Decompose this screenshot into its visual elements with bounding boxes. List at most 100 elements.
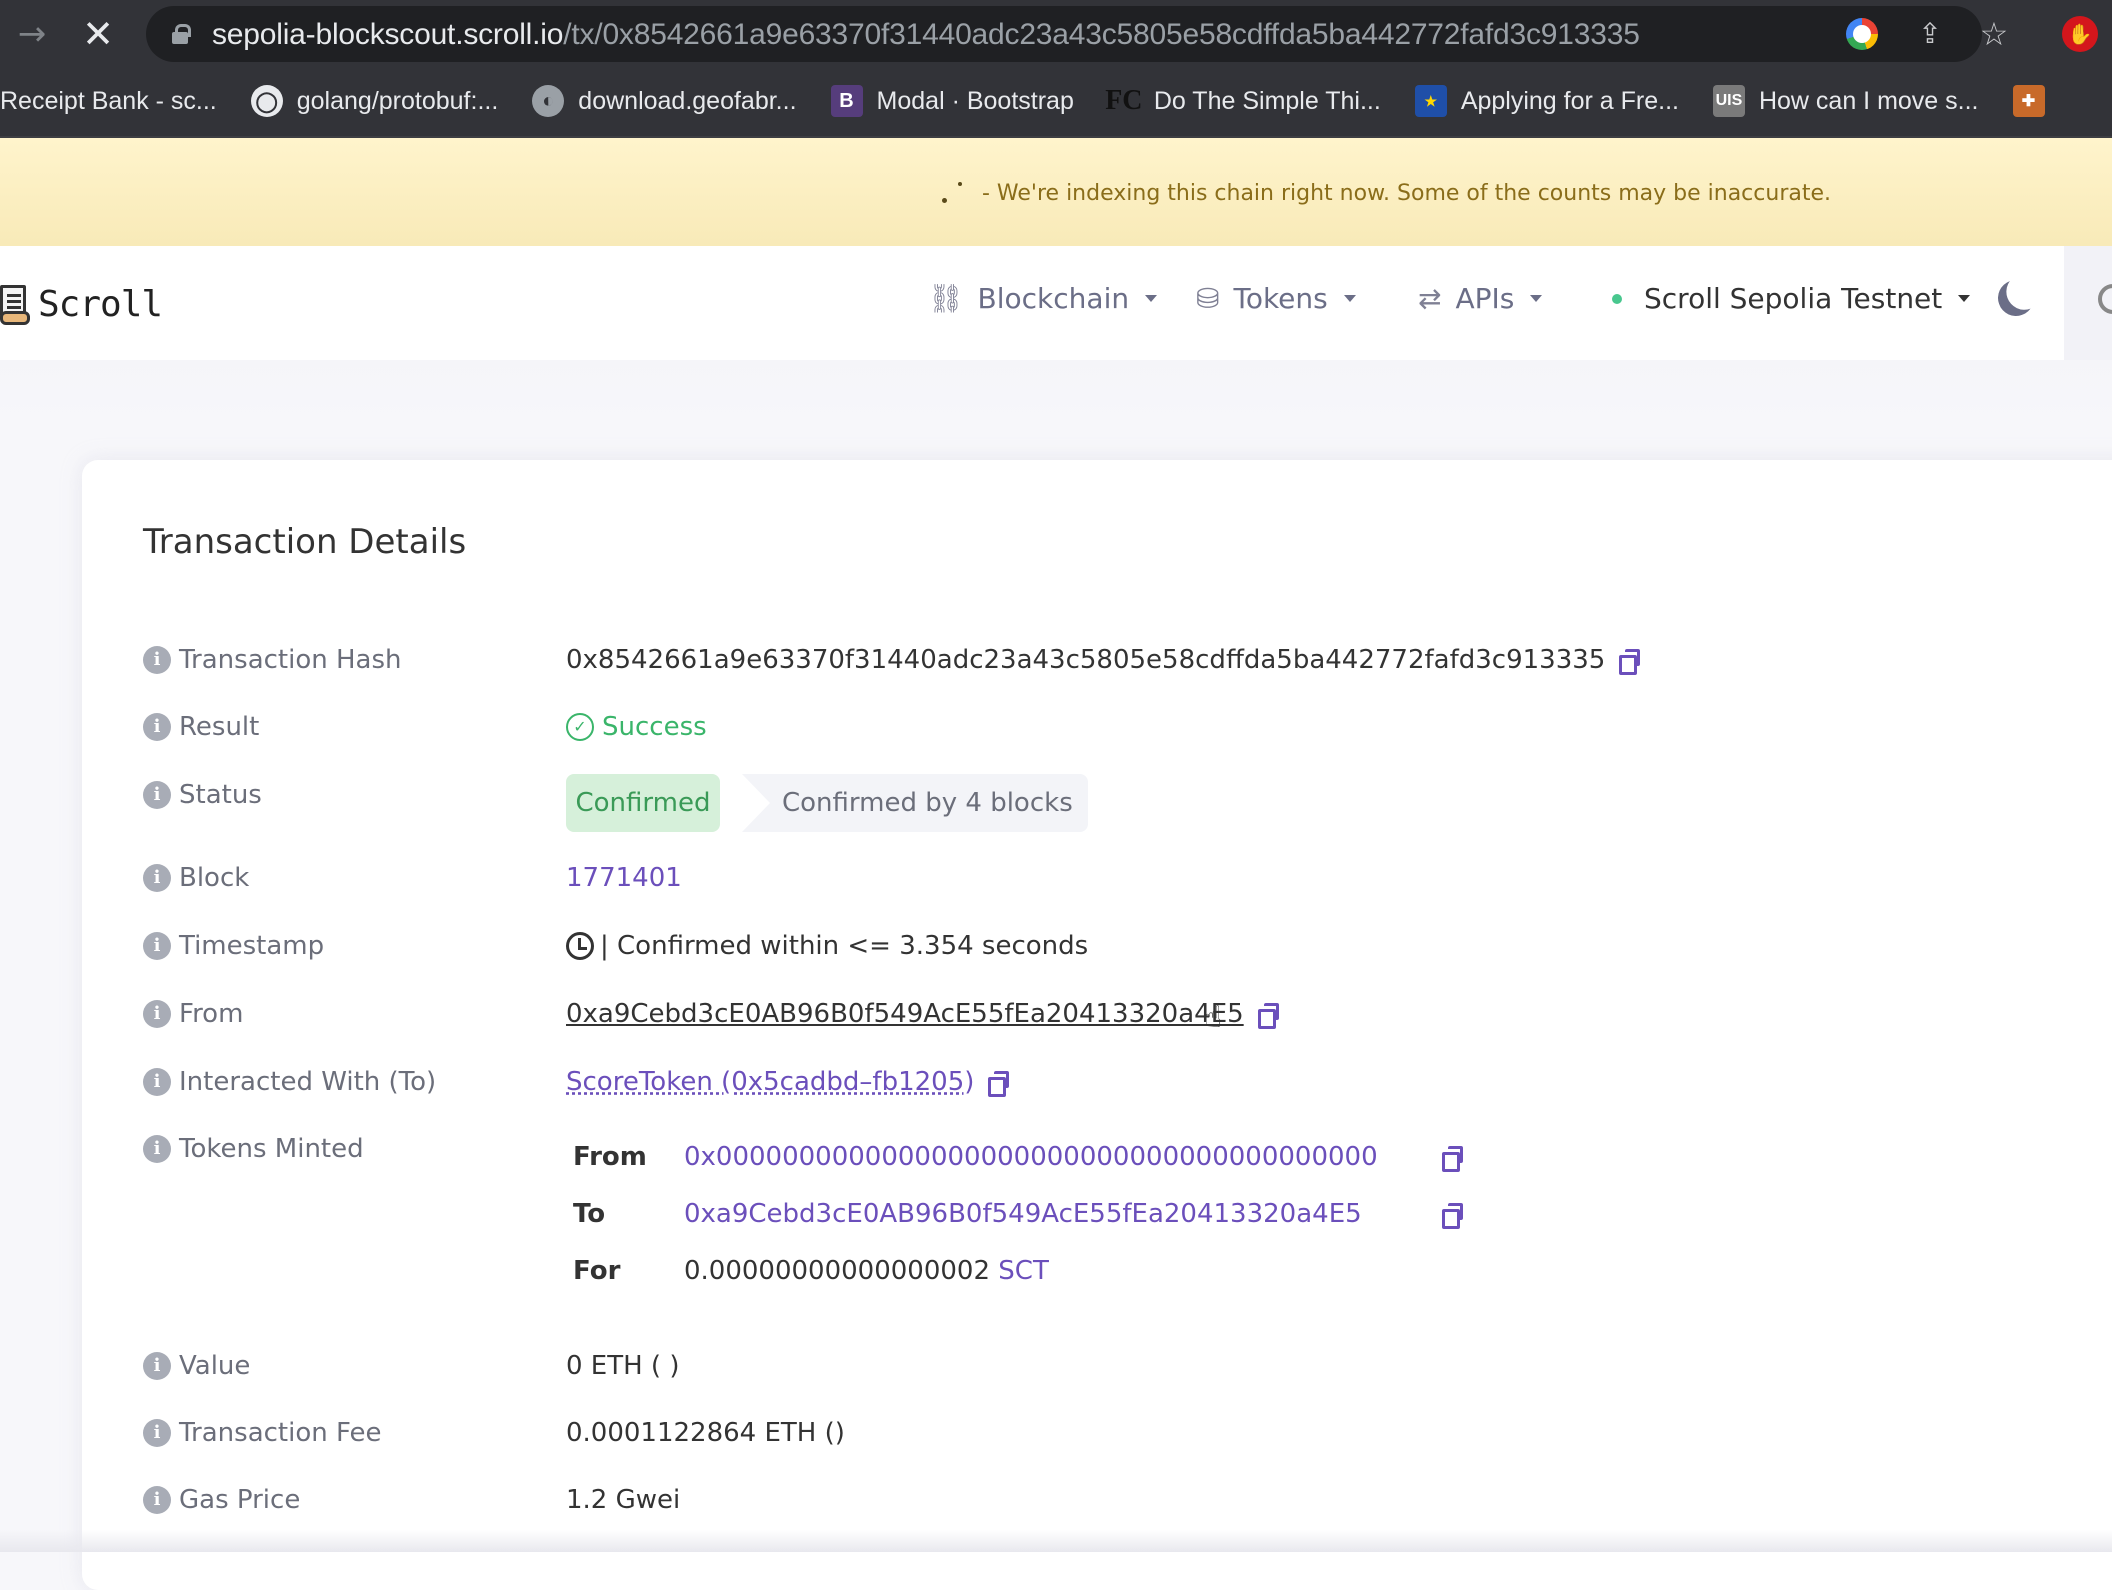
check-circle-icon: ✓ — [566, 713, 594, 741]
network-selector[interactable]: Scroll Sepolia Testnet — [1612, 282, 1971, 315]
copy-icon[interactable] — [1442, 1203, 1463, 1229]
row-transaction-hash: i Transaction Hash — [143, 640, 402, 680]
bookmark-geofabrik[interactable]: ◐ download.geofabr... — [532, 85, 797, 117]
bookmark-cambridge[interactable]: ✚ — [2012, 85, 2059, 117]
clock-icon — [566, 932, 594, 960]
share-icon[interactable]: ⇪ — [1914, 18, 1946, 50]
minted-to-address-link[interactable]: 0xa9Cebd3cE0AB96B0f549AcE55fEa20413320a4… — [684, 1194, 1362, 1234]
crest-icon: ✚ — [2012, 85, 2045, 117]
forward-icon[interactable]: → — [12, 14, 52, 54]
info-icon[interactable]: i — [143, 1352, 171, 1380]
row-label: Interacted With (To) — [179, 1067, 437, 1097]
logo-text: Scroll — [38, 284, 163, 325]
minted-from-address-link[interactable]: 0x00000000000000000000000000000000000000… — [684, 1137, 1378, 1177]
uis-icon: UIS — [1712, 85, 1745, 117]
url-text[interactable]: sepolia-blockscout.scroll.io/tx/0x854266… — [212, 18, 1640, 52]
minted-amount: 0.00000000000000002 — [684, 1256, 991, 1286]
chevron-down-icon — [1958, 295, 1971, 302]
bootstrap-icon: B — [830, 85, 863, 117]
info-icon[interactable]: i — [143, 864, 171, 892]
token-symbol-link[interactable]: SCT — [998, 1256, 1049, 1286]
bookmark-applying[interactable]: ★ Applying for a Fre... — [1414, 85, 1679, 117]
minted-to-label: To — [573, 1199, 606, 1229]
chevron-down-icon — [1530, 295, 1543, 302]
bookmark-how-can-i-move[interactable]: UIS How can I move s... — [1712, 85, 1979, 117]
timestamp-value: | Confirmed within <= 3.354 seconds — [566, 926, 1088, 966]
scroll-logo-icon — [0, 284, 30, 325]
bookmark-label: Applying for a Fre... — [1460, 86, 1679, 115]
nav-label: APIs — [1455, 282, 1515, 315]
search-area — [2064, 246, 2112, 360]
url-host: sepolia-blockscout.scroll.io — [212, 18, 564, 51]
bookmark-label: Receipt Bank - sc... — [0, 86, 217, 115]
info-icon[interactable]: i — [143, 1068, 171, 1096]
copy-icon[interactable] — [1619, 649, 1641, 675]
browser-toolbar: → ✕ sepolia-blockscout.scroll.io/tx/0x85… — [0, 0, 2112, 66]
block-number-link[interactable]: 1771401 — [566, 858, 682, 898]
address-bar[interactable]: sepolia-blockscout.scroll.io/tx/0x854266… — [146, 6, 2008, 62]
coins-icon: ⛁ — [1196, 282, 1220, 315]
info-icon[interactable]: i — [143, 1486, 171, 1514]
globe-icon: ◐ — [532, 85, 565, 117]
adblock-extension-icon[interactable]: ✋ — [2062, 16, 2098, 52]
to-value: ScoreToken (0x5cadbd–fb1205) — [566, 1062, 1010, 1102]
minted-from-copy — [1428, 1137, 1463, 1177]
search-icon[interactable] — [2098, 284, 2112, 314]
copy-icon[interactable] — [1442, 1146, 1463, 1172]
info-icon[interactable]: i — [143, 1419, 171, 1447]
row-label: Transaction Fee — [179, 1418, 382, 1448]
bookmark-bootstrap-modal[interactable]: B Modal · Bootstrap — [830, 85, 1074, 117]
github-icon: ◯ — [250, 85, 283, 117]
bookmarks-bar: Receipt Bank - sc... ◯ golang/protobuf:..… — [0, 66, 2112, 138]
lock-icon[interactable] — [172, 24, 191, 44]
nav-blockchain[interactable]: ⛓ Blockchain — [928, 282, 1158, 315]
bookmark-do-the-simple-thing[interactable]: FC Do The Simple Thi... — [1105, 85, 1381, 117]
google-icon[interactable] — [1846, 18, 1878, 50]
bookmark-golang-protobuf[interactable]: ◯ golang/protobuf:... — [250, 85, 499, 117]
minted-for-label: For — [573, 1256, 621, 1286]
site-header: Scroll ⛓ Blockchain ⛁ Tokens ⇄ APIs Scroll … — [0, 246, 2064, 360]
row-label: Gas Price — [179, 1485, 301, 1515]
minted-from-label: From — [573, 1142, 647, 1172]
transaction-hash-value: 0x8542661a9e63370f31440adc23a43c5805e58c… — [566, 640, 1641, 680]
nav-apis[interactable]: ⇄ APIs — [1418, 282, 1543, 315]
banner-text: - We're indexing this chain right now. S… — [982, 180, 1831, 206]
bookmark-label: Do The Simple Thi... — [1153, 86, 1381, 115]
scroll-logo[interactable]: Scroll — [0, 284, 163, 325]
from-address-link[interactable]: 0xa9Cebd3cE0AB96B0f549AcE55fEa20413320a4… — [566, 999, 1244, 1029]
row-label: From — [179, 999, 244, 1029]
copy-icon[interactable] — [1257, 1003, 1279, 1029]
chevron-down-icon — [1145, 295, 1158, 302]
result-status: Success — [602, 712, 707, 742]
timestamp-text: | Confirmed within <= 3.354 seconds — [600, 931, 1089, 961]
bookmark-receipt-bank[interactable]: Receipt Bank - sc... — [0, 87, 217, 116]
bookmark-label: Modal · Bootstrap — [876, 86, 1074, 115]
bookmark-label: download.geofabr... — [578, 86, 797, 115]
copy-icon[interactable] — [988, 1071, 1010, 1097]
info-icon[interactable]: i — [143, 1000, 171, 1028]
row-from: i From — [143, 994, 243, 1034]
stop-loading-icon[interactable]: ✕ — [78, 14, 118, 54]
confirmations-badge: Confirmed by 4 blocks — [742, 774, 1088, 832]
row-label: Timestamp — [179, 931, 325, 961]
bookmark-star-icon[interactable]: ☆ — [1978, 18, 2010, 50]
dark-mode-toggle-icon[interactable] — [1993, 275, 2039, 321]
info-icon[interactable]: i — [143, 781, 171, 809]
bookmark-label: golang/protobuf:... — [296, 86, 499, 115]
network-label: Scroll Sepolia Testnet — [1644, 282, 1943, 315]
row-label: Result — [179, 712, 260, 742]
eu-flag-icon: ★ — [1414, 85, 1447, 117]
row-label: Value — [179, 1351, 251, 1381]
row-result: i Result — [143, 707, 259, 747]
info-icon[interactable]: i — [143, 1135, 171, 1163]
nav-label: Tokens — [1233, 282, 1328, 315]
contract-link[interactable]: ScoreToken (0x5cadbd–fb1205) — [566, 1067, 974, 1097]
info-icon[interactable]: i — [143, 932, 171, 960]
bookmark-label: How can I move s... — [1758, 86, 1979, 115]
nav-tokens[interactable]: ⛁ Tokens — [1196, 282, 1356, 315]
hand-cursor-icon: ☝ — [1204, 1000, 1223, 1035]
info-icon[interactable]: i — [143, 646, 171, 674]
info-icon[interactable]: i — [143, 713, 171, 741]
transaction-hash: 0x8542661a9e63370f31440adc23a43c5805e58c… — [566, 645, 1606, 675]
row-label: Tokens Minted — [179, 1134, 364, 1164]
